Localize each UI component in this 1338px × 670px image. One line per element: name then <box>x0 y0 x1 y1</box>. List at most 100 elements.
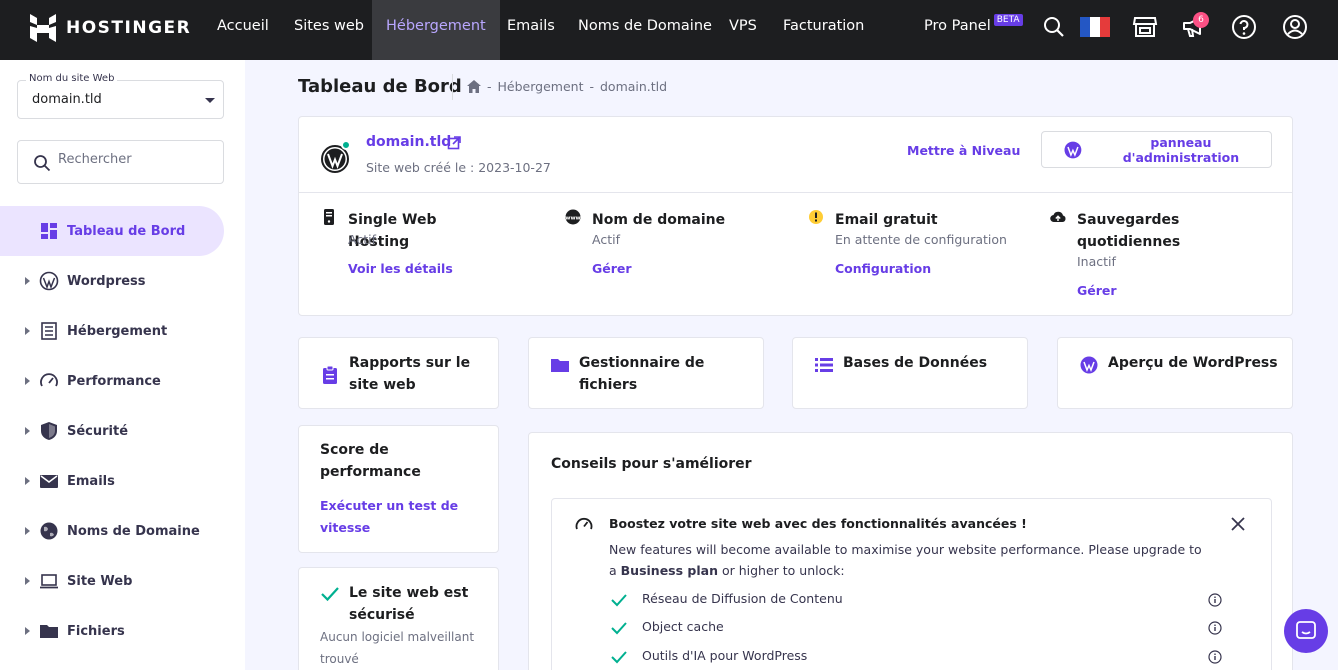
check-icon <box>611 622 627 635</box>
service-title: Sauvegardes quotidiennes <box>1077 212 1181 250</box>
chat-icon <box>1296 621 1316 639</box>
sidebar-item-noms-de-domaine[interactable]: Noms de Domaine <box>0 506 245 556</box>
tips-title: Conseils pour s'améliorer <box>551 456 752 472</box>
external-link-icon[interactable] <box>447 136 461 150</box>
tip-heading: Boostez votre site web avec des fonction… <box>609 516 1027 531</box>
sidebar-item-tableau-de-bord[interactable]: Tableau de Bord <box>0 206 224 256</box>
sidebar-item-fichiers[interactable]: Fichiers <box>0 606 245 656</box>
feature-label: Object cache <box>642 619 724 634</box>
mail-icon <box>40 475 58 488</box>
security-status-title: Le site web est sécurisé <box>349 585 469 623</box>
feature-label: Outils d'IA pour WordPress <box>642 648 808 663</box>
view-details-link[interactable]: Voir les détails <box>348 261 453 276</box>
tile-databases[interactable]: Bases de Données <box>792 337 1028 409</box>
divider <box>299 192 1292 193</box>
chat-button[interactable] <box>1284 609 1328 653</box>
help-icon[interactable] <box>1231 14 1257 40</box>
tip-box: Boostez votre site web avec des fonction… <box>551 498 1272 670</box>
manage-domain-link[interactable]: Gérer <box>592 261 632 276</box>
feature-item: Object cache <box>609 618 1222 638</box>
page-title: Tableau de Bord <box>298 76 462 97</box>
admin-panel-label: panneau d'administration <box>1122 134 1240 165</box>
site-created-date: Site web créé le : 2023-10-27 <box>366 160 551 175</box>
nav-accueil[interactable]: Accueil <box>217 0 269 60</box>
expand-arrow-icon <box>25 377 30 385</box>
breadcrumb-sep: - <box>589 79 594 94</box>
sidebar-item-performance[interactable]: Performance <box>0 356 245 406</box>
server-icon <box>41 322 57 340</box>
feature-item: Réseau de Diffusion de Contenu <box>609 590 1222 610</box>
account-icon[interactable] <box>1282 14 1308 40</box>
expand-arrow-icon <box>25 277 30 285</box>
info-icon[interactable] <box>1208 650 1222 664</box>
wordpress-icon <box>1080 356 1098 374</box>
breadcrumb: - Hébergement - domain.tld <box>467 79 667 94</box>
phone-server-icon <box>324 209 334 225</box>
site-select-value: domain.tld <box>32 92 102 107</box>
wordpress-icon <box>39 271 59 291</box>
run-speed-test-link[interactable]: Exécuter un test de vitesse <box>320 495 470 539</box>
manage-backups-link[interactable]: Gérer <box>1077 283 1117 298</box>
nav-pro-panel[interactable]: Pro Panel BETA <box>924 0 1023 60</box>
hostinger-logo-icon <box>30 14 56 42</box>
sidebar-item-label: Noms de Domaine <box>67 523 200 539</box>
site-select[interactable]: Nom du site Web domain.tld <box>17 73 224 119</box>
sidebar-item-label: Hébergement <box>67 323 168 339</box>
breadcrumb-hebergement[interactable]: Hébergement <box>498 79 584 94</box>
www-icon: www <box>565 209 581 225</box>
nav-emails[interactable]: Emails <box>507 0 555 60</box>
pro-panel-label: Pro Panel <box>924 18 991 34</box>
sidebar-item-securite[interactable]: Sécurité <box>0 406 245 456</box>
sidebar-item-wordpress[interactable]: Wordpress <box>0 256 245 306</box>
email-configuration-link[interactable]: Configuration <box>835 261 931 276</box>
nav-facturation[interactable]: Facturation <box>783 0 864 60</box>
sidebar-search <box>17 140 224 184</box>
service-status: Inactif <box>1077 254 1116 269</box>
laptop-icon <box>40 574 58 589</box>
cloud-upload-icon <box>1050 211 1066 223</box>
improvement-tips-card: Conseils pour s'améliorer Boostez votre … <box>528 432 1293 670</box>
database-icon <box>815 358 833 372</box>
nav-sites-web[interactable]: Sites web <box>294 0 364 60</box>
tile-file-manager[interactable]: Gestionnaire de fichiers <box>528 337 764 409</box>
feature-item: Outils d'IA pour WordPress <box>609 647 1222 667</box>
sidebar-item-hebergement[interactable]: Hébergement <box>0 306 245 356</box>
sidebar-item-label: Emails <box>67 473 115 489</box>
service-title: Nom de domaine <box>592 212 726 228</box>
globe-icon <box>40 522 58 540</box>
close-icon[interactable] <box>1230 516 1246 532</box>
sidebar-item-emails[interactable]: Emails <box>0 456 245 506</box>
home-icon[interactable] <box>467 80 481 93</box>
admin-panel-button[interactable]: panneau d'administration <box>1041 131 1272 168</box>
report-icon <box>323 366 337 384</box>
tile-website-reports[interactable]: Rapports sur le site web <box>298 337 499 409</box>
info-icon[interactable] <box>1208 593 1222 607</box>
wordpress-icon <box>1064 141 1082 158</box>
flag-fr-icon[interactable] <box>1080 17 1110 37</box>
breadcrumb-divider <box>452 74 453 100</box>
breadcrumb-domain: domain.tld <box>599 79 668 94</box>
service-status: Actif <box>348 232 376 247</box>
info-icon[interactable] <box>1208 621 1222 635</box>
check-icon <box>321 587 339 602</box>
hostinger-logo[interactable]: HOSTINGER <box>30 14 191 42</box>
sidebar-item-label: Wordpress <box>67 273 146 289</box>
expand-arrow-icon <box>25 577 30 585</box>
domain-link[interactable]: domain.tld <box>366 134 451 150</box>
nav-vps[interactable]: VPS <box>729 0 757 60</box>
tile-wordpress-overview[interactable]: Aperçu de WordPress <box>1057 337 1293 409</box>
breadcrumb-sep: - <box>487 79 492 94</box>
sidebar-item-label: Performance <box>67 373 161 389</box>
notifications-badge: 6 <box>1193 12 1209 28</box>
top-navbar: HOSTINGER Accueil Sites web Hébergement … <box>0 0 1338 60</box>
upgrade-link[interactable]: Mettre à Niveau <box>907 143 1020 158</box>
store-icon[interactable] <box>1132 14 1158 40</box>
sidebar-item-site-web[interactable]: Site Web <box>0 556 245 606</box>
nav-hebergement[interactable]: Hébergement <box>372 0 500 60</box>
sidebar-search-input[interactable] <box>58 152 208 167</box>
gauge-icon <box>40 373 58 387</box>
folder-icon <box>551 359 569 372</box>
search-icon[interactable] <box>1041 14 1067 40</box>
nav-noms-de-domaine[interactable]: Noms de Domaine <box>578 0 712 60</box>
sidebar-item-label: Fichiers <box>67 623 125 639</box>
